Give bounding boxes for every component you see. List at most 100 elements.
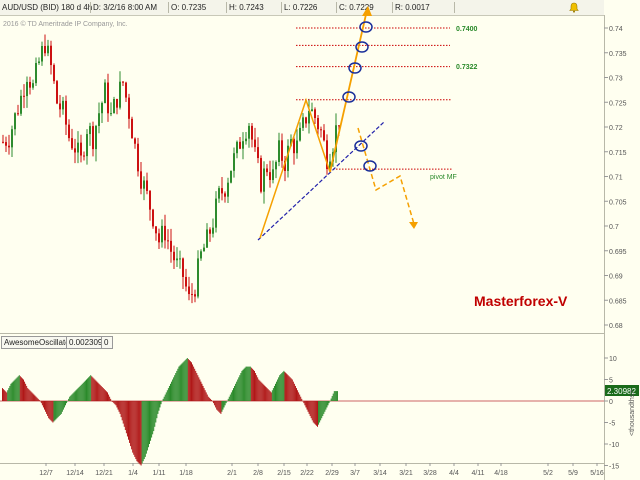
osc-bar — [115, 401, 117, 406]
osc-bar — [90, 375, 92, 401]
time-tick-label: 12/7 — [39, 470, 53, 477]
osc-bar — [303, 401, 305, 404]
osc-bar — [281, 373, 283, 401]
osc-bar — [19, 376, 21, 401]
candle-body — [296, 140, 298, 154]
time-tick-label: 2/22 — [300, 470, 314, 477]
osc-bar — [60, 401, 62, 414]
osc-bar — [155, 401, 157, 423]
osc-bar — [159, 401, 161, 408]
osc-bar — [137, 401, 139, 463]
candle-body — [152, 209, 154, 227]
osc-bar — [275, 383, 276, 401]
osc-bar — [77, 388, 79, 401]
osc-tick-label: 10 — [609, 356, 617, 363]
osc-bar — [172, 379, 174, 401]
osc-bar — [40, 401, 42, 404]
osc-bar — [89, 376, 91, 401]
osc-bar — [231, 390, 233, 401]
candle-body — [236, 141, 238, 154]
candle-body — [134, 138, 136, 144]
osc-tick-label: 5 — [609, 378, 613, 385]
osc-bar — [185, 359, 187, 401]
osc-bar — [320, 401, 322, 421]
osc-bar — [96, 381, 98, 401]
osc-bar — [141, 401, 143, 464]
time-tick-label: 3/28 — [423, 470, 437, 477]
candle-body — [95, 125, 97, 150]
osc-bar — [237, 379, 239, 401]
osc-bar — [208, 397, 210, 401]
osc-bar — [14, 379, 16, 401]
projection-down-line — [357, 127, 415, 225]
osc-bar — [284, 371, 286, 401]
projection-up-arrowhead — [362, 6, 372, 16]
price-tick-label: 0.68 — [609, 323, 623, 330]
osc-bar — [298, 392, 300, 401]
osc-bar — [271, 390, 273, 401]
osc-bar — [278, 377, 280, 401]
candle-body — [320, 129, 322, 131]
osc-bar — [315, 401, 317, 426]
candle-body — [77, 142, 79, 153]
osc-bar — [29, 390, 31, 401]
osc-bar — [126, 401, 128, 437]
time-tick-label: 2/15 — [277, 470, 291, 477]
osc-bar — [206, 394, 208, 401]
osc-bar — [218, 401, 220, 412]
osc-bar — [147, 401, 149, 448]
osc-bar — [317, 401, 318, 427]
candle-body — [188, 286, 190, 295]
osc-bar — [63, 401, 65, 408]
osc-bar — [335, 391, 337, 401]
candle-body — [26, 81, 28, 97]
candle-body — [89, 126, 91, 135]
osc-bar — [9, 385, 11, 401]
osc-bar — [69, 396, 71, 401]
time-tick-label: 1/11 — [152, 470, 165, 477]
time-tick-label: 4/11 — [471, 470, 484, 477]
price-tick-label: 0.71 — [609, 175, 623, 182]
marker-circle — [342, 91, 356, 103]
osc-bar — [70, 395, 72, 401]
osc-bar — [80, 384, 82, 401]
osc-bar — [324, 401, 326, 412]
candle-body — [248, 125, 250, 139]
osc-bar — [283, 370, 285, 401]
osc-bar — [110, 398, 112, 401]
chart-canvas[interactable]: 0.68 0.685 0.69 0.695 0.7 0.705 0.71 0.715 0.72 0… — [0, 0, 640, 480]
osc-bar — [156, 401, 158, 419]
osc-bar — [7, 390, 9, 401]
candle-body — [17, 113, 19, 115]
osc-bar — [92, 377, 94, 401]
candle-body — [209, 229, 211, 234]
osc-bar — [94, 379, 96, 401]
candle-body — [59, 103, 61, 110]
osc-bar — [268, 390, 270, 401]
candle-body — [281, 140, 283, 161]
candle-body — [83, 155, 85, 157]
osc-bar — [259, 380, 261, 401]
osc-bar — [168, 385, 170, 401]
candle-body — [230, 170, 232, 183]
projection-up-line — [329, 9, 368, 173]
osc-bar — [152, 401, 154, 435]
osc-bar — [194, 368, 196, 401]
osc-bar — [215, 401, 217, 408]
osc-bar — [329, 401, 331, 402]
price-tick-label: 0.735 — [609, 51, 627, 58]
osc-bar — [10, 383, 12, 401]
candle-body — [161, 225, 163, 243]
osc-bar — [133, 401, 135, 455]
osc-bar — [198, 377, 200, 401]
time-tick-label: 1/4 — [128, 470, 138, 477]
price-tick-label: 0.705 — [609, 199, 627, 206]
osc-bar — [257, 377, 259, 401]
candle-body — [2, 141, 4, 143]
osc-bar — [265, 387, 267, 401]
candle-body — [233, 153, 235, 171]
osc-bar — [158, 401, 160, 411]
osc-bar — [61, 401, 63, 412]
price-tick-label: 0.72 — [609, 125, 623, 132]
candle-body — [269, 172, 271, 180]
